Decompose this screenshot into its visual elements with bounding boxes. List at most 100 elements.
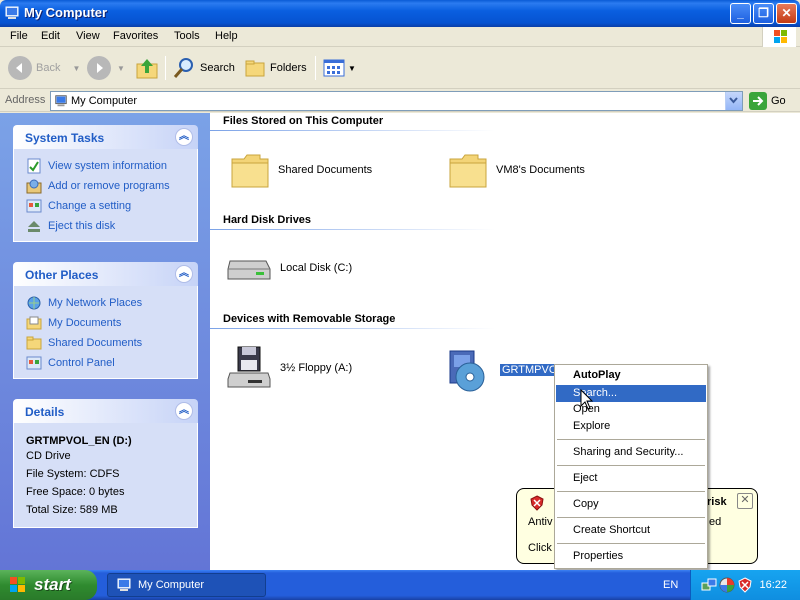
menu-item-explore[interactable]: Explore: [556, 418, 706, 435]
place-label: My Documents: [48, 317, 122, 329]
network-tray-icon[interactable]: [701, 577, 717, 593]
toolbar-separator: [315, 56, 316, 80]
up-button[interactable]: [135, 55, 159, 81]
network-places-icon: [27, 296, 41, 310]
back-button[interactable]: Back ▼: [8, 55, 80, 81]
views-button[interactable]: ▼: [323, 55, 356, 81]
menu-favorites[interactable]: Favorites: [113, 30, 158, 42]
menu-bar: File Edit View Favorites Tools Help: [0, 27, 800, 47]
menu-item-open[interactable]: Open: [556, 401, 706, 418]
toolbar: Back ▼ ▼ Search Folders ▼: [0, 48, 800, 89]
system-tasks-body: View system information Add or remove pr…: [13, 149, 198, 242]
details-body: GRTMPVOL_EN (D:) CD Drive File System: C…: [13, 423, 198, 528]
close-button[interactable]: ✕: [776, 3, 797, 24]
folders-button[interactable]: Folders: [244, 55, 307, 81]
security-alert-shield-icon[interactable]: [737, 577, 753, 593]
place-control-panel[interactable]: Control Panel: [14, 353, 197, 373]
language-indicator[interactable]: EN: [663, 579, 678, 591]
eject-icon: [28, 221, 40, 232]
collapse-chevron-icon[interactable]: ︽: [175, 265, 193, 283]
folder-icon: [231, 154, 269, 188]
menu-item-eject[interactable]: Eject: [556, 470, 706, 487]
collapse-chevron-icon[interactable]: ︽: [175, 402, 193, 420]
search-button[interactable]: Search: [172, 55, 235, 81]
taskbar-item-label: My Computer: [138, 579, 205, 591]
task-view-system-information[interactable]: View system information: [14, 156, 197, 176]
system-tray: 16:22: [690, 570, 800, 600]
balloon-line2-left: Click: [528, 542, 552, 554]
menu-edit[interactable]: Edit: [41, 30, 60, 42]
group-divider: [210, 328, 495, 329]
title-bar[interactable]: My Computer _ ❐ ✕: [0, 0, 800, 27]
place-my-network-places[interactable]: My Network Places: [14, 293, 197, 313]
task-label: Eject this disk: [48, 220, 116, 232]
documents-folder-icon: [26, 316, 42, 330]
details-total-size: Total Size: 589 MB: [26, 504, 118, 516]
task-add-remove-programs[interactable]: Add or remove programs: [14, 176, 197, 196]
search-label: Search: [200, 62, 235, 74]
other-places-header[interactable]: Other Places ︽: [13, 262, 198, 286]
folders-icon: [245, 60, 265, 77]
folders-label: Folders: [270, 62, 307, 74]
details-drive-name: GRTMPVOL_EN (D:): [26, 435, 132, 447]
window-title: My Computer: [24, 5, 108, 20]
menu-view[interactable]: View: [76, 30, 100, 42]
toolbar-separator: [165, 56, 166, 80]
menu-separator: [557, 465, 705, 466]
place-my-documents[interactable]: My Documents: [14, 313, 197, 333]
details-panel: Details ︽ GRTMPVOL_EN (D:) CD Drive File…: [13, 399, 198, 528]
security-center-icon[interactable]: [719, 577, 735, 593]
details-title: Details: [25, 405, 65, 419]
forward-button[interactable]: ▼: [87, 55, 125, 81]
address-bar: Address My Computer Go: [0, 90, 800, 112]
back-arrow-icon: [8, 56, 32, 80]
forward-arrow-icon: [87, 56, 111, 80]
task-eject-disk[interactable]: Eject this disk: [14, 216, 197, 236]
task-pane: System Tasks ︽ View system information A…: [0, 113, 210, 570]
address-dropdown-button[interactable]: [725, 92, 742, 110]
menu-help[interactable]: Help: [215, 30, 238, 42]
menu-item-sharing-security[interactable]: Sharing and Security...: [556, 444, 706, 461]
system-tasks-header[interactable]: System Tasks ︽: [13, 125, 198, 149]
place-shared-documents[interactable]: Shared Documents: [14, 333, 197, 353]
details-header[interactable]: Details ︽: [13, 399, 198, 423]
menu-item-autoplay[interactable]: AutoPlay: [556, 367, 706, 384]
taskbar-item-my-computer[interactable]: My Computer: [107, 573, 266, 597]
context-menu: AutoPlay Search... Open Explore Sharing …: [554, 364, 708, 569]
balloon-line1-right: ed: [709, 516, 722, 528]
security-shield-icon: [530, 495, 544, 511]
menu-tools[interactable]: Tools: [174, 30, 200, 42]
item-floppy-a[interactable]: 3½ Floppy (A:): [226, 345, 352, 391]
menu-file[interactable]: File: [10, 30, 28, 42]
item-local-disk-c[interactable]: Local Disk (C:): [226, 251, 352, 285]
details-drive-type: CD Drive: [26, 450, 71, 462]
back-dropdown-icon[interactable]: ▼: [72, 64, 80, 73]
start-label: start: [34, 575, 71, 594]
go-button[interactable]: Go: [749, 92, 786, 110]
folder-icon: [449, 154, 487, 188]
forward-dropdown-icon[interactable]: ▼: [117, 64, 125, 73]
task-change-setting[interactable]: Change a setting: [14, 196, 197, 216]
details-file-system: File System: CDFS: [26, 468, 120, 480]
place-label: Shared Documents: [48, 337, 143, 349]
menu-item-properties[interactable]: Properties: [556, 548, 706, 565]
balloon-close-icon[interactable]: ✕: [737, 493, 753, 509]
menu-item-copy[interactable]: Copy: [556, 496, 706, 513]
menu-item-create-shortcut[interactable]: Create Shortcut: [556, 522, 706, 539]
minimize-button[interactable]: _: [730, 3, 751, 24]
address-field[interactable]: My Computer: [50, 91, 743, 111]
control-panel-icon: [26, 356, 42, 370]
item-vm8-documents[interactable]: VM8's Documents: [448, 151, 585, 189]
other-places-title: Other Places: [25, 268, 99, 282]
go-label: Go: [771, 95, 786, 107]
windows-flag-icon: [762, 27, 796, 47]
item-shared-documents[interactable]: Shared Documents: [230, 151, 372, 189]
group-header: Hard Disk Drives: [223, 214, 312, 226]
details-free-space: Free Space: 0 bytes: [26, 486, 125, 498]
collapse-chevron-icon[interactable]: ︽: [175, 128, 193, 146]
start-button[interactable]: start: [0, 570, 97, 600]
maximize-button[interactable]: ❐: [753, 3, 774, 24]
menu-item-search[interactable]: Search...: [556, 385, 706, 402]
chevron-down-icon: [729, 97, 738, 104]
menu-separator: [557, 491, 705, 492]
